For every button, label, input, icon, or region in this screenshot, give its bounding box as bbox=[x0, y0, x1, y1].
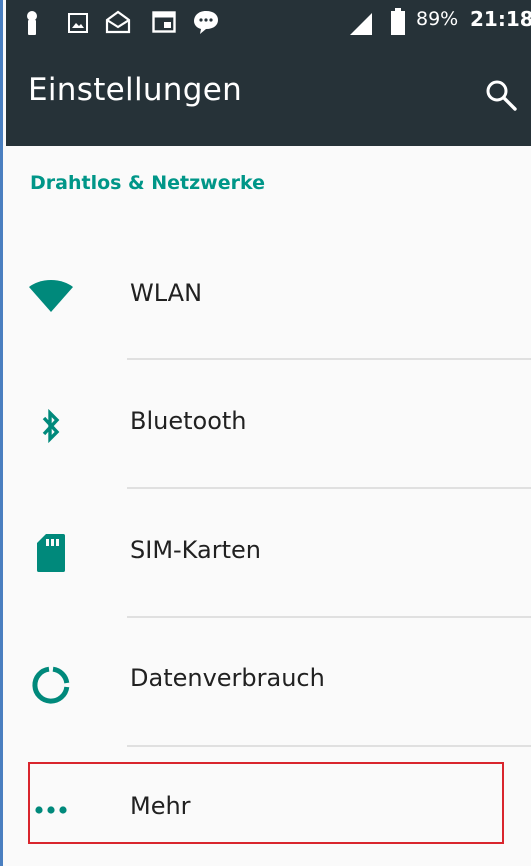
highlight-annotation bbox=[28, 762, 504, 844]
wifi-icon bbox=[29, 280, 73, 312]
battery-icon bbox=[391, 8, 405, 35]
status-bar: 89% 21:18 bbox=[6, 0, 531, 46]
settings-item-label: Datenverbrauch bbox=[130, 664, 325, 692]
settings-item-label: Bluetooth bbox=[130, 407, 247, 435]
settings-screen: 89% 21:18 Einstellungen Drahtlos & Netzw… bbox=[0, 0, 531, 866]
settings-item-sim-cards[interactable]: SIM-Karten bbox=[6, 489, 531, 617]
sim-card-icon bbox=[37, 534, 65, 572]
person-icon bbox=[27, 11, 37, 35]
data-usage-icon bbox=[32, 666, 70, 704]
app-bar: 89% 21:18 Einstellungen bbox=[6, 0, 531, 146]
calendar-icon bbox=[152, 11, 176, 33]
settings-item-wlan[interactable]: WLAN bbox=[6, 230, 531, 358]
search-icon[interactable] bbox=[484, 78, 518, 112]
section-header-wireless: Drahtlos & Netzwerke bbox=[30, 172, 265, 194]
battery-percentage: 89% bbox=[416, 8, 459, 30]
signal-icon bbox=[350, 13, 372, 35]
settings-item-bluetooth[interactable]: Bluetooth bbox=[6, 360, 531, 488]
clock: 21:18 bbox=[470, 7, 531, 31]
settings-item-data-usage[interactable]: Datenverbrauch bbox=[6, 618, 531, 746]
settings-item-label: WLAN bbox=[130, 279, 203, 307]
settings-item-label: SIM-Karten bbox=[130, 536, 261, 564]
page-title: Einstellungen bbox=[28, 72, 243, 108]
chat-icon bbox=[194, 11, 218, 34]
bluetooth-icon bbox=[42, 408, 60, 444]
image-icon bbox=[68, 13, 88, 33]
mail-icon bbox=[105, 10, 131, 34]
